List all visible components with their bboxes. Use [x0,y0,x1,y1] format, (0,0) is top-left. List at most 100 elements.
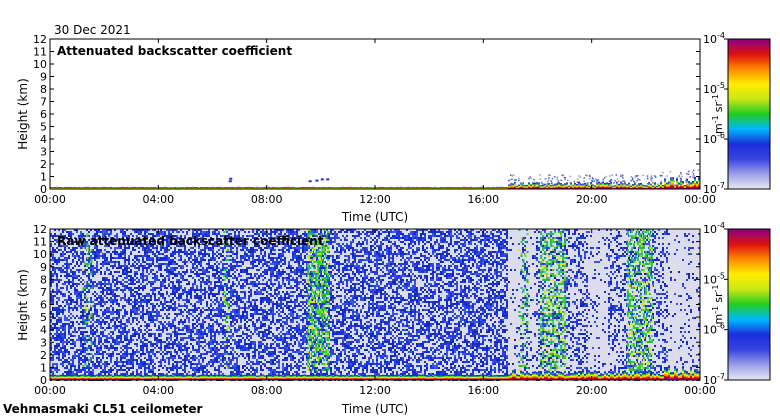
noise-cell [146,255,148,257]
backscatter-speck [534,185,536,187]
surface-layer-cell [370,187,372,188]
noise-cell [168,323,170,325]
noise-cell [92,281,94,283]
noise-cell [146,359,148,361]
surface-layer-cell [120,187,122,188]
noise-cell [86,291,88,293]
noise-cell [76,331,78,333]
surface-layer-cell [424,187,426,188]
noise-cell [122,329,124,331]
backscatter-speck [515,183,517,185]
noise-cell [64,253,66,255]
noise-cell [116,337,118,339]
noise-cell [120,347,122,349]
noise-cell [132,277,134,279]
noise-cell [74,307,76,309]
surface-layer-cell [314,187,316,188]
noise-cell [170,287,172,289]
noise-cell [156,357,158,359]
noise-cell [126,271,128,273]
noise-cell [80,315,82,317]
surface-layer-cell [504,187,506,188]
backscatter-speck [685,180,687,182]
surface-layer-cell [436,187,438,188]
surface-layer-cell [452,187,454,188]
noise-cell [116,261,118,263]
backscatter-speck [650,184,652,186]
noise-cell [74,293,76,295]
backscatter-speck [679,175,681,177]
surface-layer-cell [664,185,666,187]
noise-cell [122,327,124,329]
noise-cell [92,365,94,367]
noise-cell [94,365,96,367]
noise-cell [112,365,114,367]
noise-cell [146,293,148,295]
noise-cell [132,355,134,357]
noise-cell [140,365,142,367]
noise-cell [84,347,86,349]
noise-cell [112,317,114,319]
noise-cell [68,373,70,375]
noise-cell [150,257,152,259]
noise-cell [62,265,64,267]
noise-cell [80,321,82,323]
noise-cell [142,317,144,319]
noise-cell [96,329,98,331]
noise-cell [94,259,96,261]
noise-cell [136,263,138,265]
noise-cell [88,339,90,341]
surface-layer-cell [498,187,500,188]
noise-cell [70,369,72,371]
noise-cell [128,363,130,365]
noise-cell [170,259,172,261]
noise-cell [58,345,60,347]
noise-cell [106,283,108,285]
noise-cell [116,281,118,283]
backscatter-speck [551,180,553,182]
y-tick-label: 11 [33,46,47,59]
noise-cell [86,325,88,327]
noise-cell [104,263,106,265]
noise-cell [126,277,128,279]
noise-cell [56,291,58,293]
noise-cell [64,367,66,369]
noise-cell [116,369,118,371]
surface-layer-cell [146,187,148,188]
surface-layer-cell [176,187,178,188]
noise-cell [120,335,122,337]
noise-cell [118,311,120,313]
noise-cell [108,317,110,319]
noise-cell [70,367,72,369]
noise-cell [60,269,62,271]
noise-cell [128,287,130,289]
noise-cell [174,357,176,359]
noise-cell [176,275,178,277]
surface-layer-cell [456,187,458,188]
noise-cell [156,339,158,341]
noise-cell [64,249,66,251]
backscatter-speck [518,177,520,179]
noise-cell [106,293,108,295]
noise-cell [110,347,112,349]
noise-cell [118,315,120,317]
surface-layer-cell [150,187,152,188]
surface-layer-cell [210,187,212,188]
surface-layer-cell [488,187,490,188]
noise-cell [142,351,144,353]
noise-cell [60,311,62,313]
noise-cell [98,321,100,323]
noise-cell [74,343,76,345]
noise-cell [64,371,66,373]
noise-cell [70,275,72,277]
noise-cell [174,295,176,297]
noise-cell [82,309,84,311]
noise-cell [168,367,170,369]
noise-cell [80,345,82,347]
surface-layer-cell [268,187,270,188]
noise-cell [88,231,90,233]
surface-layer-cell [148,187,150,188]
noise-cell [108,327,110,329]
noise-cell [64,337,66,339]
noise-cell [178,343,180,345]
